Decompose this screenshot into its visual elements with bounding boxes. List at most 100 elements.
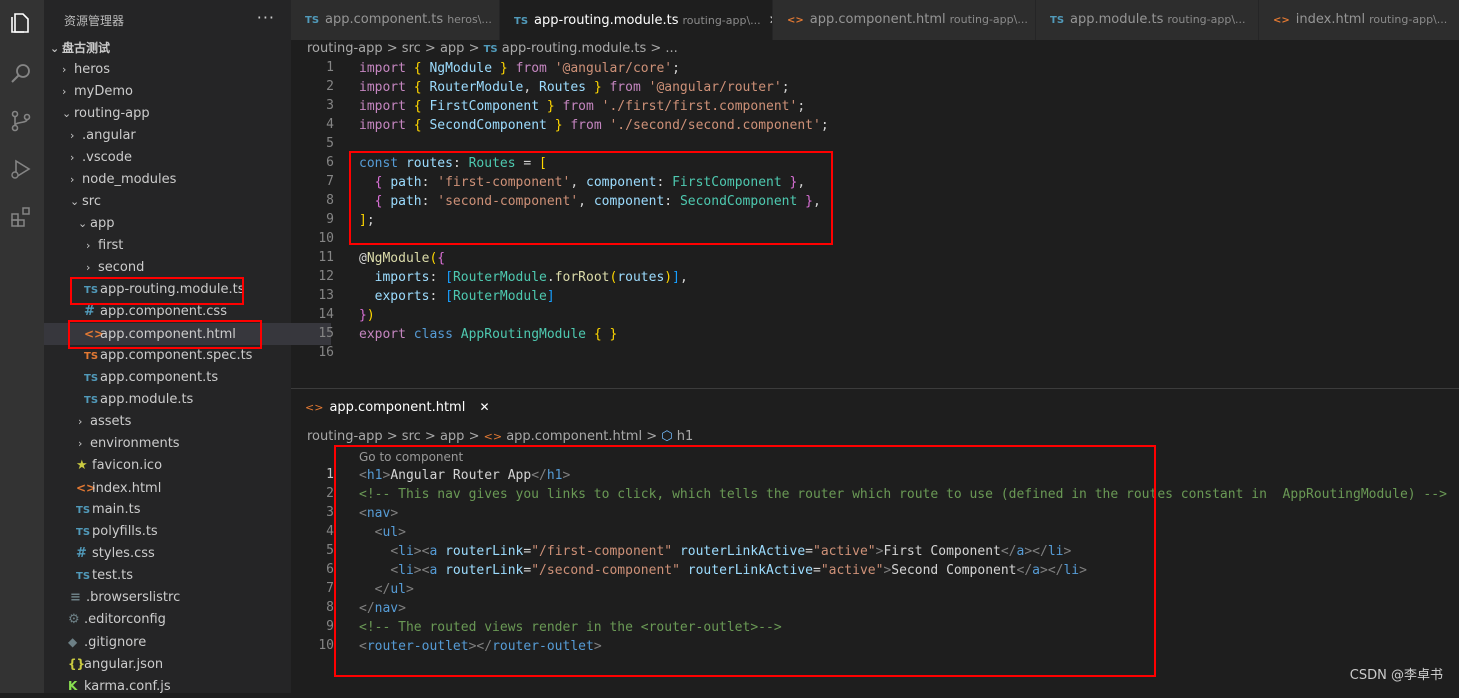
- chevron-right-icon: ›: [86, 239, 91, 252]
- code-line: exports: [RouterModule]: [374, 289, 555, 304]
- breadcrumb-item[interactable]: src: [402, 429, 421, 444]
- chevron-right-icon: ›: [70, 173, 75, 186]
- code-line: imports: [RouterModule.forRoot(routes)],: [374, 270, 688, 285]
- tree-folder-app[interactable]: ⌄ app: [44, 213, 325, 235]
- workspace-folder[interactable]: ⌄ 盘古测试: [44, 37, 291, 59]
- source-control-icon[interactable]: [8, 108, 34, 134]
- line-number: 4: [326, 524, 334, 539]
- typescript-file-icon: TS: [84, 373, 99, 384]
- line-number: 16: [318, 345, 334, 360]
- code-line: import { FirstComponent } from './first/…: [359, 99, 806, 114]
- breadcrumb-item[interactable]: routing-app: [307, 41, 383, 56]
- search-icon[interactable]: [8, 60, 34, 86]
- tree-folder-mydemo[interactable]: › myDemo: [44, 81, 309, 103]
- breadcrumb-item[interactable]: h1: [677, 429, 694, 444]
- line-number: 2: [326, 486, 334, 501]
- line-number: 7: [326, 581, 334, 596]
- tree-file-karma-conf-js[interactable]: Kkarma.conf.js: [44, 675, 315, 697]
- tree-folder-src[interactable]: ⌄ src: [44, 191, 317, 213]
- tree-file-polyfills-ts[interactable]: TS polyfills.ts: [44, 521, 323, 543]
- gear-icon: ⚙: [68, 612, 80, 627]
- tab-index-html[interactable]: <> index.html routing-app\...: [1259, 0, 1459, 40]
- line-number: 8: [326, 600, 334, 615]
- line-number: 1: [326, 60, 334, 75]
- typescript-file-icon: TS: [305, 15, 320, 26]
- breadcrumb-item[interactable]: app-routing.module.ts: [502, 41, 646, 56]
- line-number: 1: [326, 467, 334, 482]
- tree-file-app-component-ts[interactable]: TS app.component.ts: [44, 367, 331, 389]
- highlight-box-routing-file: [70, 277, 244, 305]
- close-icon[interactable]: ✕: [479, 400, 489, 414]
- karma-file-icon: K: [68, 679, 78, 693]
- lines-icon: ≡: [70, 590, 81, 605]
- tree-folder-first[interactable]: › first: [44, 235, 333, 257]
- chevron-down-icon: ⌄: [62, 107, 72, 120]
- line-number: 10: [318, 231, 334, 246]
- tree-file-styles-css[interactable]: # styles.css: [44, 543, 323, 565]
- breadcrumb-item[interactable]: app: [440, 41, 464, 56]
- tree-folder-angular[interactable]: › .angular: [44, 125, 317, 147]
- breadcrumb-item[interactable]: src: [402, 41, 421, 56]
- html-file-icon: <>: [483, 430, 503, 443]
- typescript-file-icon: TS: [514, 16, 529, 27]
- breadcrumb-item[interactable]: ...: [665, 41, 677, 56]
- tree-file-main-ts[interactable]: TS main.ts: [44, 499, 323, 521]
- html-file-icon: <>: [1273, 15, 1290, 26]
- chevron-right-icon: ›: [70, 151, 75, 164]
- tree-folder-assets[interactable]: › assets: [44, 411, 325, 433]
- tree-file-browserslistrc[interactable]: ≡ .browserslistrc: [44, 587, 317, 609]
- tree-file-favicon[interactable]: ★ favicon.ico: [44, 455, 323, 477]
- tree-file-gitignore[interactable]: ◆ .gitignore: [44, 631, 315, 653]
- watermark: CSDN @李卓书: [1349, 668, 1443, 683]
- typescript-file-icon: TS: [84, 395, 99, 406]
- chevron-down-icon: ⌄: [50, 42, 60, 55]
- more-actions-icon[interactable]: ···: [257, 8, 275, 27]
- chevron-right-icon: ›: [78, 415, 83, 428]
- tab-app-routing-module-ts[interactable]: TSapp-routing.module.tsrouting-app\...✕: [500, 0, 773, 40]
- tab-app-component-html[interactable]: <> app.component.html routing-app\...: [773, 0, 1036, 40]
- css-file-icon: #: [76, 546, 87, 561]
- line-number: 5: [326, 543, 334, 558]
- tree-file-app-module-ts[interactable]: TS app.module.ts: [44, 389, 331, 411]
- symbol-icon: ⬡: [661, 429, 673, 444]
- line-number: 4: [326, 117, 334, 132]
- json-file-icon: {}: [68, 657, 86, 671]
- tree-file-angular-json[interactable]: {}angular.json: [44, 653, 315, 675]
- code-line: export class AppRoutingModule { }: [359, 327, 618, 342]
- tree-folder-second[interactable]: › second: [44, 257, 333, 279]
- tab-app-component-ts-heros[interactable]: TS app.component.ts heros\...: [291, 0, 500, 40]
- typescript-file-icon: TS: [76, 571, 91, 582]
- typescript-file-icon: TS: [483, 44, 498, 55]
- tree-folder-environments[interactable]: › environments: [44, 433, 325, 455]
- line-number: 10: [318, 638, 334, 653]
- tab-app-component-html-bottom[interactable]: <> app.component.html ✕: [291, 389, 500, 425]
- explorer-sidebar: 资源管理器 ··· ⌄ 盘古测试 › heros › myDemo ⌄ routing-…: [44, 0, 331, 694]
- chevron-right-icon: ›: [62, 85, 67, 98]
- extensions-icon[interactable]: [8, 204, 34, 230]
- tree-file-test-ts[interactable]: TS test.ts: [44, 565, 323, 587]
- code-line: import { RouterModule, Routes } from '@a…: [359, 80, 790, 95]
- editor-tabs: TS app.component.ts heros\... TS app-routin…: [291, 0, 1459, 40]
- breadcrumb-item[interactable]: app.component.html: [506, 429, 642, 444]
- tree-folder-routing-app[interactable]: ⌄ routing-app: [44, 103, 309, 125]
- breadcrumb-item[interactable]: routing-app: [307, 429, 383, 444]
- line-number: 14: [318, 307, 334, 322]
- line-number: 5: [326, 136, 334, 151]
- tab-app-module-ts[interactable]: TS app.module.ts routing-app\...: [1036, 0, 1259, 40]
- typescript-spec-file-icon: TS: [84, 351, 99, 362]
- tree-folder-heros[interactable]: › heros: [44, 59, 309, 81]
- tree-folder-vscode[interactable]: › .vscode: [44, 147, 317, 169]
- code-line: }): [359, 308, 375, 323]
- explorer-icon[interactable]: [8, 10, 34, 36]
- breadcrumb-item[interactable]: app: [440, 429, 464, 444]
- tree-folder-node-modules[interactable]: › node_modules: [44, 169, 317, 191]
- run-debug-icon[interactable]: [8, 156, 34, 182]
- line-number: 11: [318, 250, 334, 265]
- tree-file-index-html[interactable]: <>index.html: [44, 477, 323, 499]
- line-number: 6: [326, 562, 334, 577]
- highlight-box-html-file: [68, 320, 262, 349]
- line-number: 12: [318, 269, 334, 284]
- chevron-down-icon: ⌄: [70, 195, 80, 208]
- highlight-box-routes: [349, 151, 833, 245]
- tree-file-editorconfig[interactable]: ⚙ .editorconfig: [44, 609, 315, 631]
